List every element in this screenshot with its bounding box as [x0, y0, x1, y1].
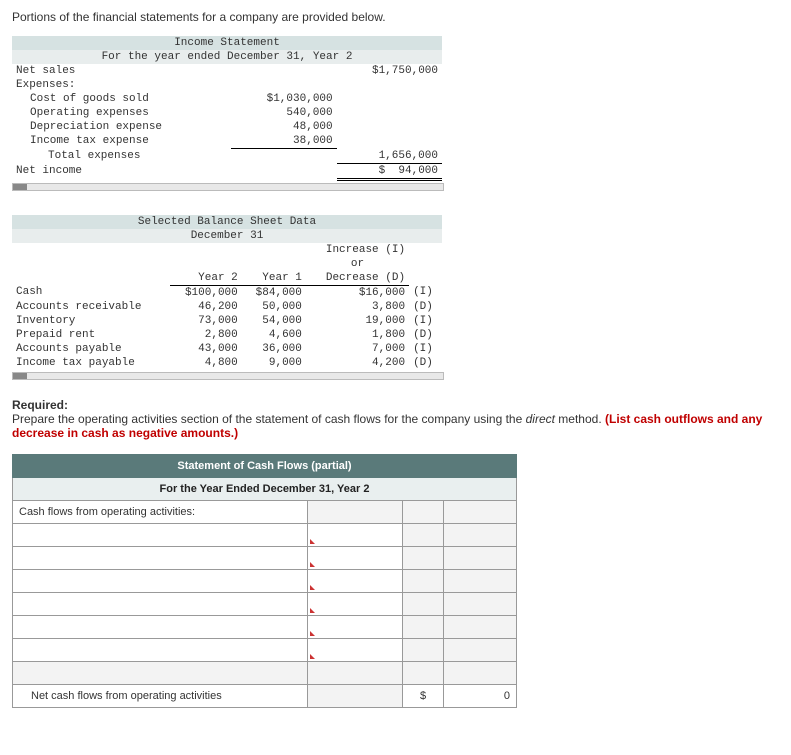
answer-cur-shade-0 [403, 500, 444, 523]
opex-amount: 540,000 [231, 106, 336, 120]
tax-amount: 38,000 [231, 134, 336, 149]
bs-row-y1: 4,600 [242, 328, 306, 342]
bs-row-chg: 7,000 [306, 342, 409, 356]
bs-row-label: Income tax payable [12, 356, 170, 370]
net-sales-label: Net sales [12, 64, 231, 78]
required-em: direct [526, 412, 555, 426]
tax-label: Income tax expense [12, 134, 231, 149]
net-sales-amount: $1,750,000 [337, 64, 442, 78]
dropdown-triangle-icon [310, 585, 315, 590]
net-income-label: Net income [12, 163, 231, 179]
bs-row-y2: 2,800 [170, 328, 242, 342]
answer-amount-input-3[interactable] [308, 569, 403, 592]
bs-row-chg: 3,800 [306, 300, 409, 314]
bs-row-y2: 73,000 [170, 314, 242, 328]
dep-amount: 48,000 [231, 120, 336, 134]
total-exp-amount: 1,656,000 [337, 149, 442, 164]
bs-row-id: (I) [409, 342, 442, 356]
answer-amount-input-2[interactable] [308, 546, 403, 569]
bs-row-chg: 4,200 [306, 356, 409, 370]
answer-amt-shade-0 [308, 500, 403, 523]
bs-row-y2: 46,200 [170, 300, 242, 314]
bs-row-id: (I) [409, 285, 442, 300]
bs-row-label: Prepaid rent [12, 328, 170, 342]
answer-currency: $ [403, 684, 444, 707]
bs-scrollbar[interactable] [12, 372, 444, 380]
bs-row-chg: 1,800 [306, 328, 409, 342]
dep-label: Depreciation expense [12, 120, 231, 134]
answer-label-input-5[interactable] [13, 615, 308, 638]
bs-row-y1: 36,000 [242, 342, 306, 356]
bs-col-inc3: Decrease (D) [306, 271, 409, 286]
scrollbar-thumb[interactable] [13, 184, 27, 190]
answer-amount-input-1[interactable] [308, 523, 403, 546]
bs-subtitle: December 31 [12, 229, 442, 243]
bs-row-chg: 19,000 [306, 314, 409, 328]
dropdown-triangle-icon [310, 654, 315, 659]
answer-footer-label: Net cash flows from operating activities [13, 684, 308, 707]
balance-sheet-table: Selected Balance Sheet Data December 31 … [12, 215, 442, 370]
bs-col-y2: Year 2 [170, 271, 242, 286]
answer-label-input-1[interactable] [13, 523, 308, 546]
cogs-amount: $1,030,000 [231, 92, 336, 106]
total-exp-label: Total expenses [12, 149, 231, 164]
bs-row-y2: 43,000 [170, 342, 242, 356]
answer-table: Statement of Cash Flows (partial) For th… [12, 454, 517, 708]
answer-total: 0 [444, 684, 517, 707]
bs-col-y1: Year 1 [242, 271, 306, 286]
required-block: Required: Prepare the operating activiti… [12, 398, 779, 440]
bs-col-inc1: Increase (I) [306, 243, 409, 257]
answer-section-label: Cash flows from operating activities: [13, 500, 308, 523]
bs-row-y2: $100,000 [170, 285, 242, 300]
bs-row-y2: 4,800 [170, 356, 242, 370]
scrollbar-thumb[interactable] [13, 373, 27, 379]
answer-label-input-3[interactable] [13, 569, 308, 592]
dropdown-triangle-icon [310, 562, 315, 567]
opex-label: Operating expenses [12, 106, 231, 120]
bs-row-y1: 50,000 [242, 300, 306, 314]
required-text1: Prepare the operating activities section… [12, 412, 526, 426]
expenses-label: Expenses: [12, 78, 231, 92]
dropdown-triangle-icon [310, 608, 315, 613]
dropdown-triangle-icon [310, 631, 315, 636]
is-title: Income Statement [12, 36, 442, 50]
dropdown-triangle-icon [310, 539, 315, 544]
bs-row-y1: 54,000 [242, 314, 306, 328]
bs-row-chg: $16,000 [306, 285, 409, 300]
answer-subtitle: For the Year Ended December 31, Year 2 [13, 477, 517, 500]
is-subtitle: For the year ended December 31, Year 2 [12, 50, 442, 64]
bs-row-id: (D) [409, 300, 442, 314]
net-income-amount: $ 94,000 [337, 163, 442, 179]
answer-amount-input-4[interactable] [308, 592, 403, 615]
intro-text: Portions of the financial statements for… [12, 10, 779, 24]
answer-title: Statement of Cash Flows (partial) [13, 454, 517, 477]
answer-label-input-6[interactable] [13, 638, 308, 661]
bs-col-inc2: or [306, 257, 409, 271]
answer-amount-input-6[interactable] [308, 638, 403, 661]
bs-row-label: Inventory [12, 314, 170, 328]
answer-amount-input-5[interactable] [308, 615, 403, 638]
bs-row-y1: 9,000 [242, 356, 306, 370]
answer-tot-shade-0 [444, 500, 517, 523]
bs-row-id: (D) [409, 356, 442, 370]
bs-row-label: Accounts payable [12, 342, 170, 356]
bs-row-id: (D) [409, 328, 442, 342]
is-scrollbar[interactable] [12, 183, 444, 191]
bs-row-id: (I) [409, 314, 442, 328]
bs-title: Selected Balance Sheet Data [12, 215, 442, 229]
income-statement-table: Income Statement For the year ended Dece… [12, 36, 442, 181]
answer-label-input-2[interactable] [13, 546, 308, 569]
bs-row-label: Accounts receivable [12, 300, 170, 314]
bs-row-label: Cash [12, 285, 170, 300]
bs-row-y1: $84,000 [242, 285, 306, 300]
answer-label-input-4[interactable] [13, 592, 308, 615]
required-text2: method. [555, 412, 605, 426]
required-heading: Required: [12, 398, 68, 412]
cogs-label: Cost of goods sold [12, 92, 231, 106]
